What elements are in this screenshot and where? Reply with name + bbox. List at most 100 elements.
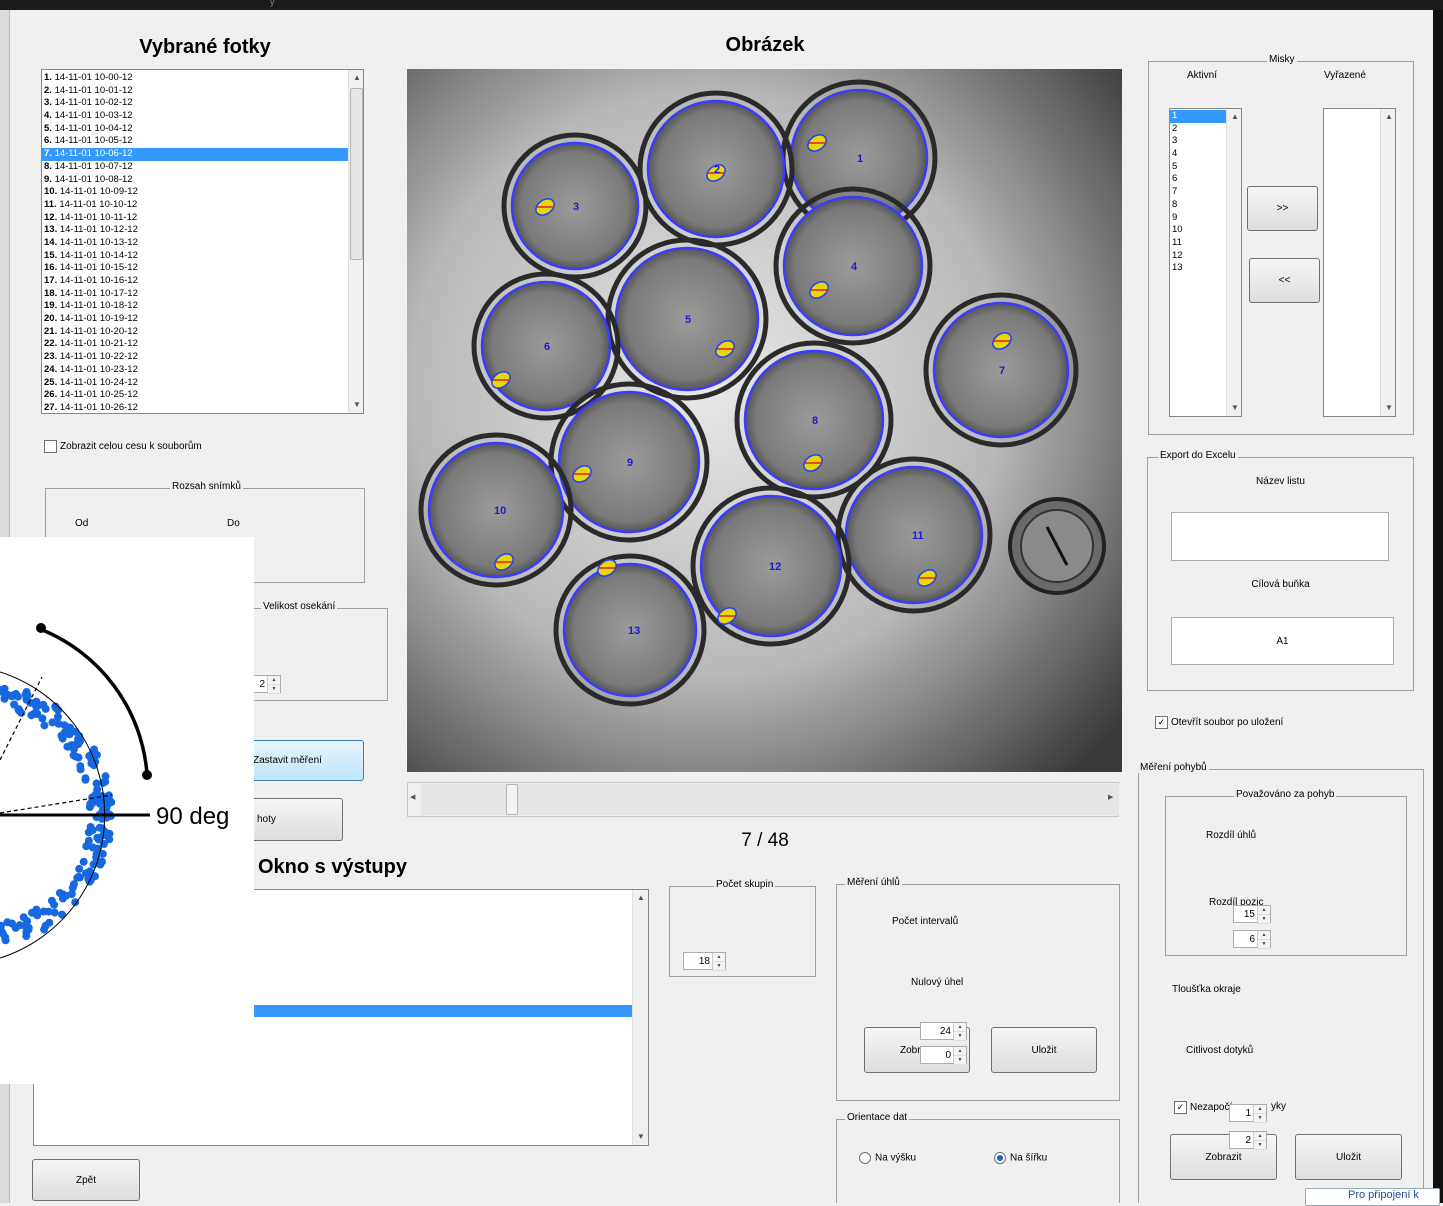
- active-dish-item[interactable]: 6: [1170, 173, 1227, 186]
- scroll-down-icon[interactable]: ▼: [349, 397, 363, 413]
- photo-list-item[interactable]: 3. 14-11-01 10-02-12: [42, 97, 348, 110]
- open-after-save-checkbox[interactable]: ✓ Otevřít soubor po uložení: [1155, 716, 1283, 729]
- photo-list-item[interactable]: 12. 14-11-01 10-11-12: [42, 212, 348, 225]
- active-dish-item[interactable]: 2: [1170, 123, 1227, 136]
- photo-list-item[interactable]: 7. 14-11-01 10-06-12: [42, 148, 348, 161]
- dish-image[interactable]: 1 2 3 4 5 6 7 8 9 10 11 12 13: [407, 69, 1122, 772]
- photos-scrollbar[interactable]: ▲ ▼: [348, 70, 363, 413]
- edge-thickness-stepper[interactable]: 1 ▲ ▼: [1229, 1104, 1267, 1123]
- scroll-down-icon[interactable]: ▼: [1227, 400, 1241, 416]
- stepper-up-icon[interactable]: ▲: [1258, 931, 1270, 940]
- photo-list-item[interactable]: 27. 14-11-01 10-26-12: [42, 402, 348, 413]
- active-dish-item[interactable]: 7: [1170, 186, 1227, 199]
- photo-list-item[interactable]: 1. 14-11-01 10-00-12: [42, 72, 348, 85]
- active-dishes-listbox[interactable]: 1 2 3 4 5 6 7 8 9 10 11 12 13 ▲ ▼: [1169, 108, 1242, 417]
- photo-list-item[interactable]: 21. 14-11-01 10-20-12: [42, 326, 348, 339]
- photo-list-item[interactable]: 20. 14-11-01 10-19-12: [42, 313, 348, 326]
- stepper-down-icon[interactable]: ▼: [954, 1056, 966, 1065]
- slider-track[interactable]: [421, 784, 1119, 815]
- active-dish-item[interactable]: 3: [1170, 135, 1227, 148]
- active-dish-item[interactable]: 12: [1170, 250, 1227, 263]
- photo-list-item[interactable]: 18. 14-11-01 10-17-12: [42, 288, 348, 301]
- scroll-down-icon[interactable]: ▼: [1381, 400, 1395, 416]
- back-button[interactable]: Zpět: [32, 1159, 140, 1201]
- photo-list-item[interactable]: 15. 14-11-01 10-14-12: [42, 250, 348, 263]
- photo-list-item[interactable]: 6. 14-11-01 10-05-12: [42, 135, 348, 148]
- save-angles-button[interactable]: Uložit: [991, 1027, 1097, 1073]
- photo-list-item[interactable]: 9. 14-11-01 10-08-12: [42, 174, 348, 187]
- output-scrollbar[interactable]: ▲ ▼: [632, 890, 648, 1145]
- touch-sensitivity-stepper[interactable]: 2 ▲ ▼: [1229, 1131, 1267, 1150]
- excluded-dishes-listbox[interactable]: ▲ ▼: [1323, 108, 1396, 417]
- groups-count-stepper[interactable]: 18 ▲ ▼: [683, 952, 726, 971]
- scroll-up-icon[interactable]: ▲: [1381, 109, 1395, 125]
- taskbar-notification[interactable]: Pro připojení k: [1305, 1188, 1440, 1206]
- radio-selected-icon[interactable]: [994, 1152, 1006, 1164]
- stepper-up-icon[interactable]: ▲: [1254, 1105, 1266, 1114]
- stepper-up-icon[interactable]: ▲: [954, 1047, 966, 1056]
- stepper-down-icon[interactable]: ▼: [1254, 1141, 1266, 1150]
- pos-diff-stepper[interactable]: 6 ▲ ▼: [1233, 930, 1271, 949]
- photo-list-item[interactable]: 19. 14-11-01 10-18-12: [42, 300, 348, 313]
- active-dish-item[interactable]: 5: [1170, 161, 1227, 174]
- checkbox-checked-icon[interactable]: ✓: [1155, 716, 1168, 729]
- intervals-stepper[interactable]: 24 ▲ ▼: [920, 1022, 967, 1041]
- active-dish-item[interactable]: 9: [1170, 212, 1227, 225]
- scroll-up-icon[interactable]: ▲: [633, 890, 648, 906]
- stepper-down-icon[interactable]: ▼: [268, 685, 280, 694]
- photo-list-item[interactable]: 23. 14-11-01 10-22-12: [42, 351, 348, 364]
- photo-list-item[interactable]: 22. 14-11-01 10-21-12: [42, 338, 348, 351]
- active-dish-item[interactable]: 11: [1170, 237, 1227, 250]
- photo-list-item[interactable]: 8. 14-11-01 10-07-12: [42, 161, 348, 174]
- portrait-radio[interactable]: Na výšku: [859, 1152, 916, 1164]
- photo-list-item[interactable]: 10. 14-11-01 10-09-12: [42, 186, 348, 199]
- scroll-up-icon[interactable]: ▲: [349, 70, 363, 86]
- photo-list-item[interactable]: 5. 14-11-01 10-04-12: [42, 123, 348, 136]
- stepper-up-icon[interactable]: ▲: [1258, 906, 1270, 915]
- photo-list-item[interactable]: 11. 14-11-01 10-10-12: [42, 199, 348, 212]
- checkbox-icon[interactable]: [44, 440, 57, 453]
- stepper-down-icon[interactable]: ▼: [1258, 915, 1270, 924]
- stepper-up-icon[interactable]: ▲: [954, 1023, 966, 1032]
- save-motion-button[interactable]: Uložit: [1295, 1134, 1402, 1180]
- sheet-name-input[interactable]: [1171, 512, 1389, 561]
- slider-left-icon[interactable]: ◀: [410, 793, 415, 801]
- active-dish-item[interactable]: 10: [1170, 224, 1227, 237]
- stepper-down-icon[interactable]: ▼: [713, 962, 725, 971]
- active-dish-item[interactable]: 1: [1170, 110, 1227, 123]
- photo-list-item[interactable]: 4. 14-11-01 10-03-12: [42, 110, 348, 123]
- slider-right-icon[interactable]: ▶: [1108, 793, 1113, 801]
- active-dish-item[interactable]: 4: [1170, 148, 1227, 161]
- ignore-checkbox[interactable]: ✓ Nezapočí: [1174, 1101, 1232, 1114]
- photos-listbox[interactable]: 1. 14-11-01 10-00-12 2. 14-11-01 10-01-12…: [41, 69, 364, 414]
- stepper-up-icon[interactable]: ▲: [268, 676, 280, 685]
- radio-icon[interactable]: [859, 1152, 871, 1164]
- slider-thumb[interactable]: [506, 784, 518, 815]
- active-dish-item[interactable]: 13: [1170, 262, 1227, 275]
- stepper-up-icon[interactable]: ▲: [713, 953, 725, 962]
- stepper-down-icon[interactable]: ▼: [1254, 1114, 1266, 1123]
- exclude-dish-button[interactable]: >>: [1247, 186, 1318, 231]
- checkbox-checked-icon[interactable]: ✓: [1174, 1101, 1187, 1114]
- photo-list-item[interactable]: 16. 14-11-01 10-15-12: [42, 262, 348, 275]
- photo-list-item[interactable]: 14. 14-11-01 10-13-12: [42, 237, 348, 250]
- restore-dish-button[interactable]: <<: [1249, 258, 1320, 303]
- output-selected-row[interactable]: [254, 1005, 634, 1017]
- active-scrollbar[interactable]: ▲ ▼: [1226, 109, 1241, 416]
- scroll-down-icon[interactable]: ▼: [633, 1129, 648, 1145]
- photos-scroll-thumb[interactable]: [350, 88, 363, 260]
- scroll-up-icon[interactable]: ▲: [1227, 109, 1241, 125]
- frame-slider[interactable]: ◀ ▶: [407, 782, 1119, 817]
- stepper-down-icon[interactable]: ▼: [1258, 940, 1270, 949]
- photo-list-item[interactable]: 2. 14-11-01 10-01-12: [42, 85, 348, 98]
- excluded-scrollbar[interactable]: ▲ ▼: [1380, 109, 1395, 416]
- photo-list-item[interactable]: 17. 14-11-01 10-16-12: [42, 275, 348, 288]
- zero-angle-stepper[interactable]: 0 ▲ ▼: [920, 1046, 967, 1065]
- target-cell-input[interactable]: A1: [1171, 617, 1394, 665]
- photo-list-item[interactable]: 26. 14-11-01 10-25-12: [42, 389, 348, 402]
- stepper-down-icon[interactable]: ▼: [954, 1032, 966, 1041]
- active-dish-item[interactable]: 8: [1170, 199, 1227, 212]
- angle-diff-stepper[interactable]: 15 ▲ ▼: [1233, 905, 1271, 924]
- stepper-up-icon[interactable]: ▲: [1254, 1132, 1266, 1141]
- landscape-radio[interactable]: Na šířku: [994, 1152, 1047, 1164]
